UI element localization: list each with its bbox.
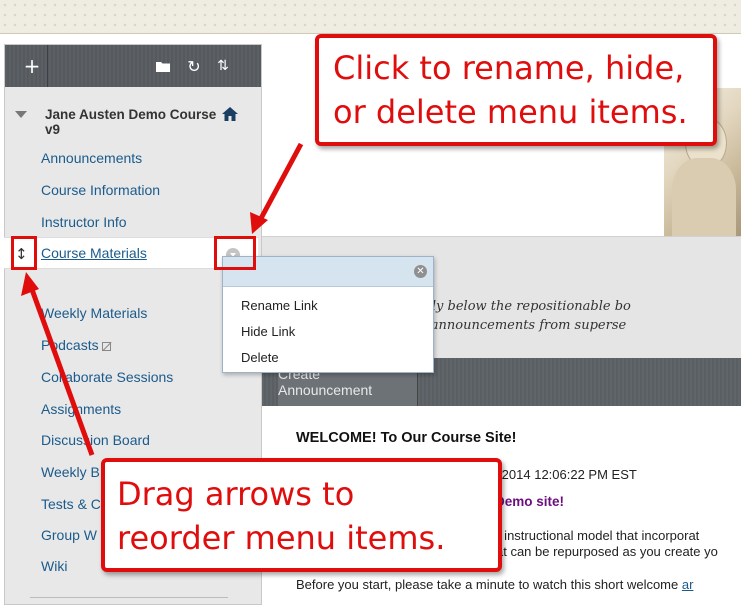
announcement-heading: Demo site! (495, 494, 565, 509)
menu-divider (30, 597, 228, 598)
drag-callout-line-1: Drag arrows to (117, 475, 355, 513)
rename-link-option[interactable]: Rename Link (241, 298, 318, 313)
announcement-text-line-1: s an instructional model that incorporat (476, 528, 700, 543)
menu-item-weekly-materials[interactable]: Weekly Materials (41, 305, 147, 321)
top-arrow-shaft (255, 142, 304, 226)
menu-item-podcasts-row[interactable]: Podcasts (41, 337, 111, 353)
menu-item-weekly-b[interactable]: Weekly B (41, 464, 100, 480)
welcome-video-link[interactable]: ar (682, 577, 694, 592)
hidden-item-icon (101, 341, 111, 351)
refresh-icon[interactable]: ↻ (179, 45, 209, 87)
posted-date: 15, 2014 12:06:22 PM EST (480, 467, 637, 482)
rename-callout-line-2: or delete menu items. (333, 93, 688, 131)
home-icon[interactable] (221, 106, 239, 122)
menu-item-discussion-board[interactable]: Discussion Board (41, 432, 150, 448)
announcement-title: WELCOME! To Our Course Site! (296, 430, 517, 446)
folder-icon[interactable] (148, 45, 178, 87)
plus-icon[interactable]: + (17, 45, 47, 87)
toolbar-separator (47, 45, 48, 87)
menu-item-course-materials[interactable]: Course Materials (41, 245, 147, 261)
delete-option[interactable]: Delete (241, 350, 279, 365)
course-title[interactable]: Jane Austen Demo Course v9 (45, 107, 225, 137)
menu-item-announcements[interactable]: Announcements (41, 150, 142, 166)
menu-item-instructor-info[interactable]: Instructor Info (41, 214, 127, 230)
menu-item-tests[interactable]: Tests & C (41, 496, 101, 512)
collapse-arrow-icon[interactable] (15, 111, 27, 118)
menu-item-wiki[interactable]: Wiki (41, 558, 67, 574)
line-3-text: Before you start, please take a minute t… (296, 577, 682, 592)
rename-callout-line-1: Click to rename, hide, (333, 49, 685, 87)
top-banner-strip (0, 0, 741, 34)
context-button-highlight (214, 236, 256, 270)
sort-icon[interactable]: ⇅ (208, 45, 238, 87)
context-menu: ✕ Rename Link Hide Link Delete (222, 256, 434, 373)
rename-callout: Click to rename, hide, or delete menu it… (315, 34, 717, 146)
drag-callout: Drag arrows to reorder menu items. (101, 458, 502, 572)
menu-item-assignments[interactable]: Assignments (41, 401, 121, 417)
drag-callout-line-2: reorder menu items. (117, 519, 446, 557)
drag-handle-highlight (11, 236, 37, 270)
announcement-text-line-3: Before you start, please take a minute t… (296, 577, 693, 592)
menu-item-course-information[interactable]: Course Information (41, 182, 160, 198)
menu-toolbar: + ↻ ⇅ (5, 45, 261, 87)
menu-item-group-w[interactable]: Group W (41, 527, 97, 543)
close-icon[interactable]: ✕ (414, 265, 427, 278)
menu-item-podcasts[interactable]: Podcasts (41, 337, 99, 353)
hide-link-option[interactable]: Hide Link (241, 324, 295, 339)
announcement-text-line-2: at can be repurposed as you create yo (496, 544, 718, 559)
menu-item-collaborate-sessions[interactable]: Collaborate Sessions (41, 369, 173, 385)
